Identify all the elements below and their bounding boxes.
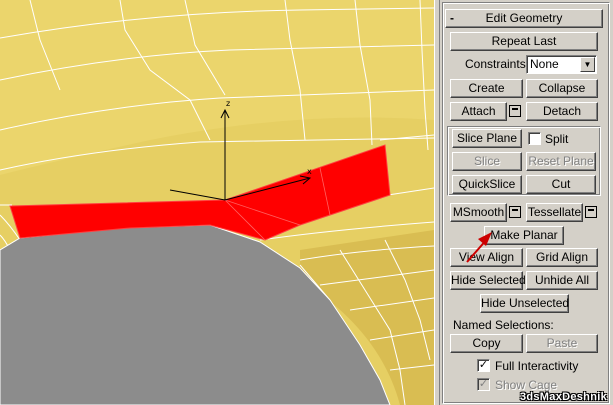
gizmo-z-label: z — [226, 99, 230, 108]
rollout-header-edit-geometry[interactable]: - Edit Geometry — [445, 9, 603, 28]
show-cage-label: Show Cage — [495, 378, 558, 392]
detach-button[interactable]: Detach — [526, 102, 598, 121]
slice-button[interactable]: Slice — [452, 152, 522, 171]
gizmo-x-label: x — [307, 167, 312, 176]
split-label: Split — [545, 132, 569, 146]
command-panel: - Edit Geometry Repeat Last Constraints:… — [440, 0, 613, 405]
slice-plane-button[interactable]: Slice Plane — [452, 129, 522, 148]
tessellate-settings-icon[interactable] — [585, 206, 597, 218]
constraints-label: Constraints: — [465, 57, 530, 71]
full-interactivity-label: Full Interactivity — [495, 359, 579, 373]
dropdown-arrow-icon[interactable]: ▼ — [580, 57, 595, 72]
constraints-selected-value: None — [530, 57, 559, 71]
unhide-all-button[interactable]: Unhide All — [526, 271, 598, 290]
grid-align-button[interactable]: Grid Align — [526, 248, 598, 267]
attach-button[interactable]: Attach — [450, 102, 507, 121]
create-button[interactable]: Create — [450, 79, 523, 98]
make-planar-button[interactable]: Make Planar — [484, 226, 564, 245]
msmooth-button[interactable]: MSmooth — [450, 203, 507, 222]
rollout-collapse-toggle[interactable]: - — [450, 10, 454, 27]
view-align-button[interactable]: View Align — [450, 248, 523, 267]
paste-button[interactable]: Paste — [526, 334, 598, 353]
reset-plane-button[interactable]: Reset Plane — [526, 152, 596, 171]
rollout-title: Edit Geometry — [485, 11, 563, 25]
quickslice-button[interactable]: QuickSlice — [452, 175, 522, 194]
tessellate-button[interactable]: Tessellate — [526, 203, 583, 222]
hide-unselected-button[interactable]: Hide Unselected — [480, 294, 569, 313]
watermark-text: 3dsMaxDeshnik — [519, 391, 607, 403]
split-checkbox[interactable] — [528, 132, 541, 145]
collapse-button[interactable]: Collapse — [526, 79, 598, 98]
repeat-last-button[interactable]: Repeat Last — [450, 32, 598, 51]
msmooth-settings-icon[interactable] — [509, 206, 521, 218]
cut-button[interactable]: Cut — [526, 175, 596, 194]
named-selections-label: Named Selections: — [453, 318, 554, 332]
full-interactivity-checkbox[interactable]: ✓ — [477, 359, 490, 372]
constraints-dropdown[interactable]: None ▼ — [526, 55, 597, 74]
viewport-canvas[interactable]: z x — [0, 0, 434, 405]
viewport-perspective[interactable]: z x — [0, 0, 434, 405]
show-cage-checkbox[interactable]: ✓ — [477, 378, 490, 391]
hide-selected-button[interactable]: Hide Selected — [450, 271, 526, 290]
attach-settings-icon[interactable] — [509, 105, 521, 117]
copy-button[interactable]: Copy — [450, 334, 523, 353]
